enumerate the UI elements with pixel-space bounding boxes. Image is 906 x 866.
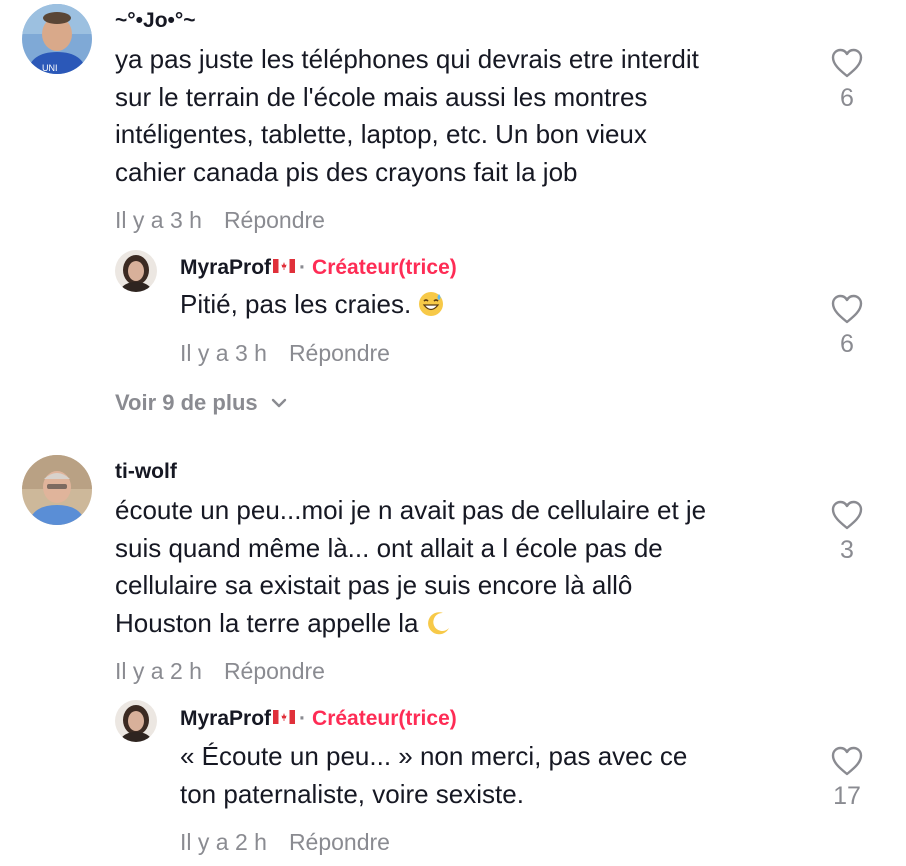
reply-header: MyraProf · Créateur(trice) [180, 707, 457, 731]
reply-meta: Il y a 2 h Répondre [180, 829, 390, 856]
chevron-down-icon[interactable] [270, 397, 288, 409]
reply-header: MyraProf · Créateur(trice) [180, 256, 457, 280]
reply-time: Il y a 3 h [180, 340, 267, 366]
avatar[interactable]: UNI [22, 4, 92, 74]
view-more-label[interactable]: Voir 9 de plus [115, 390, 258, 415]
avatar[interactable] [22, 455, 92, 525]
comment-text-content: Houston la terre appelle la [115, 607, 419, 638]
reply-time: Il y a 2 h [180, 829, 267, 855]
like-count: 3 [840, 536, 854, 564]
svg-text:UNI: UNI [42, 63, 58, 73]
comment-username[interactable]: ti-wolf [115, 460, 177, 484]
comment-text-line: suis quand même là... ont allait a l éco… [115, 532, 663, 563]
like-button[interactable]: 17 [817, 746, 877, 811]
heart-outline-icon[interactable] [831, 500, 863, 530]
comment-text: écoute un peu...moi je n avait pas de ce… [115, 492, 706, 642]
reply-text: « Écoute un peu... » non merci, pas avec… [180, 738, 687, 813]
like-count: 6 [840, 84, 854, 112]
reply-meta: Il y a 3 h Répondre [180, 340, 390, 367]
grinning-sweat-emoji [419, 292, 444, 316]
reply-button[interactable]: Répondre [289, 829, 390, 855]
comment-text-line: cahier canada pis des crayons fait la jo… [115, 156, 578, 187]
comment-text: ya pas juste les téléphones qui devrais … [115, 41, 699, 191]
reply-text-line: « Écoute un peu... » non merci, pas avec… [180, 741, 688, 771]
comment-text-line: Houston la terre appelle la [115, 605, 706, 643]
like-count: 6 [840, 330, 854, 358]
creator-badge: Créateur(trice) [312, 256, 457, 279]
reply-button[interactable]: Répondre [289, 340, 390, 366]
heart-outline-icon[interactable] [831, 48, 863, 78]
avatar[interactable] [115, 250, 157, 292]
reply-button[interactable]: Répondre [224, 658, 325, 684]
comment-text-line: sur le terrain de l'école mais aussi les… [115, 81, 648, 112]
canada-flag-icon [273, 259, 296, 273]
heart-outline-icon[interactable] [831, 746, 863, 776]
separator-dot: · [299, 256, 307, 279]
view-more-replies-button[interactable]: Voir 9 de plus [115, 390, 288, 416]
crescent-moon-emoji [427, 611, 449, 634]
comment-text-line: intéligentes, tablette, laptop, etc. Un … [115, 119, 647, 149]
like-button[interactable]: 6 [817, 48, 877, 113]
separator-dot: · [299, 707, 307, 730]
comment-username[interactable]: ~°•Jo•°~ [115, 9, 196, 33]
canada-flag-icon [273, 710, 296, 724]
reply-username[interactable]: MyraProf [180, 256, 271, 279]
comment-time: Il y a 3 h [115, 207, 202, 233]
comment-meta: Il y a 3 h Répondre [115, 207, 325, 234]
heart-outline-icon[interactable] [831, 294, 863, 324]
creator-badge: Créateur(trice) [312, 707, 457, 730]
comment-time: Il y a 2 h [115, 658, 202, 684]
avatar[interactable] [115, 700, 157, 742]
comment-text-line: écoute un peu...moi je n avait pas de ce… [115, 495, 707, 525]
reply-text-line: ton paternaliste, voire sexiste. [180, 778, 524, 809]
comment-meta: Il y a 2 h Répondre [115, 658, 325, 685]
reply-text-content: Pitié, pas les craies. [180, 289, 412, 319]
reply-text: Pitié, pas les craies. [180, 286, 444, 324]
reply-button[interactable]: Répondre [224, 207, 325, 233]
reply-username[interactable]: MyraProf [180, 707, 271, 730]
like-button[interactable]: 6 [817, 294, 877, 359]
comment-text-line: ya pas juste les téléphones qui devrais … [115, 44, 699, 74]
like-count: 17 [833, 782, 861, 810]
comment-text-line: cellulaire sa existait pas je suis encor… [115, 570, 633, 600]
like-button[interactable]: 3 [817, 500, 877, 565]
